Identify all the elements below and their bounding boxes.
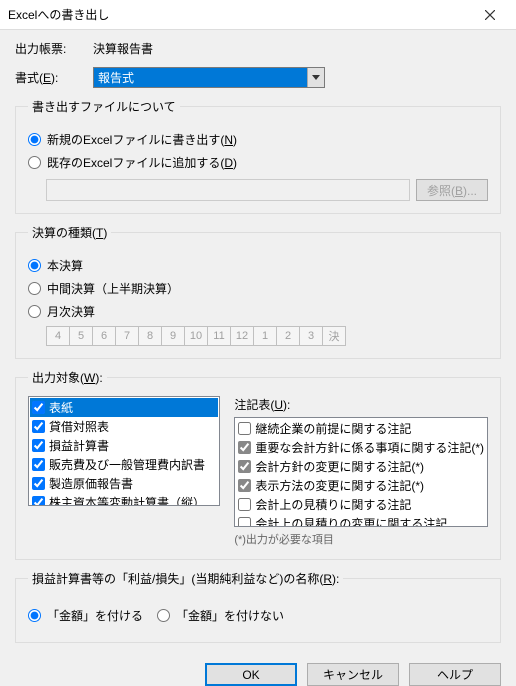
report-label: 出力帳票: bbox=[15, 40, 93, 57]
notes-listbox[interactable]: 継続企業の前提に関する注記重要な会計方針に係る事項に関する注記(*)会計方針の変… bbox=[234, 417, 488, 527]
radio-without-amount[interactable]: 「金額」を付けない bbox=[157, 607, 284, 624]
name-legend: 損益計算書等の「利益/損失」(当期純利益など)の名称(R): bbox=[28, 570, 343, 587]
month-cell[interactable]: 4 bbox=[46, 326, 70, 346]
cancel-button[interactable]: キャンセル bbox=[307, 663, 399, 686]
window-title: Excelへの書き出し bbox=[8, 6, 472, 23]
month-cell[interactable]: 2 bbox=[276, 326, 300, 346]
list-checkbox[interactable] bbox=[238, 517, 251, 527]
list-checkbox[interactable] bbox=[32, 439, 45, 452]
output-group: 出力対象(W): 表紙貸借対照表損益計算書販売費及び一般管理費内訳書製造原価報告… bbox=[15, 369, 501, 560]
list-item[interactable]: 貸借対照表 bbox=[30, 417, 218, 436]
list-item[interactable]: 販売費及び一般管理費内訳書 bbox=[30, 455, 218, 474]
type-legend: 決算の種類(T) bbox=[28, 224, 111, 241]
file-legend: 書き出すファイルについて bbox=[28, 98, 180, 115]
list-item[interactable]: 継続企業の前提に関する注記 bbox=[236, 419, 486, 438]
list-checkbox[interactable] bbox=[32, 477, 45, 490]
radio-mid[interactable]: 中間決算（上半期決算） bbox=[28, 280, 488, 297]
list-item[interactable]: 表示方法の変更に関する注記(*) bbox=[236, 476, 486, 495]
close-button[interactable] bbox=[472, 3, 508, 27]
titlebar: Excelへの書き出し bbox=[0, 0, 516, 30]
list-checkbox[interactable] bbox=[32, 420, 45, 433]
radio-new-file[interactable]: 新規のExcelファイルに書き出す(N) bbox=[28, 131, 488, 148]
ok-button[interactable]: OK bbox=[205, 663, 297, 686]
notes-footer: (*)出力が必要な項目 bbox=[234, 531, 488, 547]
format-select[interactable]: 報告式 bbox=[93, 67, 325, 88]
radio-main[interactable]: 本決算 bbox=[28, 257, 488, 274]
month-cell[interactable]: 12 bbox=[230, 326, 254, 346]
list-item[interactable]: 製造原価報告書 bbox=[30, 474, 218, 493]
radio-monthly[interactable]: 月次決算 bbox=[28, 303, 488, 320]
month-cell[interactable]: 決 bbox=[322, 326, 346, 346]
month-cell[interactable]: 3 bbox=[299, 326, 323, 346]
report-value: 決算報告書 bbox=[93, 40, 153, 57]
list-checkbox[interactable] bbox=[32, 496, 45, 506]
month-cell[interactable]: 7 bbox=[115, 326, 139, 346]
list-checkbox[interactable] bbox=[238, 479, 251, 492]
close-icon bbox=[485, 10, 495, 20]
month-cell[interactable]: 10 bbox=[184, 326, 208, 346]
list-checkbox[interactable] bbox=[238, 460, 251, 473]
list-item[interactable]: 会計方針の変更に関する注記(*) bbox=[236, 457, 486, 476]
month-cell[interactable]: 6 bbox=[92, 326, 116, 346]
radio-existing-file[interactable]: 既存のExcelファイルに追加する(D) bbox=[28, 154, 488, 171]
list-item[interactable]: 損益計算書 bbox=[30, 436, 218, 455]
output-legend: 出力対象(W): bbox=[28, 369, 107, 386]
file-group: 書き出すファイルについて 新規のExcelファイルに書き出す(N) 既存のExc… bbox=[15, 98, 501, 214]
month-cell[interactable]: 8 bbox=[138, 326, 162, 346]
list-checkbox[interactable] bbox=[32, 401, 45, 414]
list-item[interactable]: 重要な会計方針に係る事項に関する注記(*) bbox=[236, 438, 486, 457]
help-button[interactable]: ヘルプ bbox=[409, 663, 501, 686]
month-picker: 456789101112123決 bbox=[28, 326, 488, 346]
type-group: 決算の種類(T) 本決算 中間決算（上半期決算） 月次決算 4567891011… bbox=[15, 224, 501, 359]
radio-new-file-input[interactable] bbox=[28, 133, 41, 146]
list-item[interactable]: 株主資本等変動計算書（縦） bbox=[30, 493, 218, 506]
radio-with-amount[interactable]: 「金額」を付ける bbox=[28, 607, 143, 624]
output-listbox[interactable]: 表紙貸借対照表損益計算書販売費及び一般管理費内訳書製造原価報告書株主資本等変動計… bbox=[28, 396, 220, 506]
list-checkbox[interactable] bbox=[238, 441, 251, 454]
month-cell[interactable]: 1 bbox=[253, 326, 277, 346]
month-cell[interactable]: 9 bbox=[161, 326, 185, 346]
list-checkbox[interactable] bbox=[238, 422, 251, 435]
list-checkbox[interactable] bbox=[238, 498, 251, 511]
name-group: 損益計算書等の「利益/損失」(当期純利益など)の名称(R): 「金額」を付ける … bbox=[15, 570, 501, 643]
list-item[interactable]: 会計上の見積りに関する注記 bbox=[236, 495, 486, 514]
radio-existing-file-input[interactable] bbox=[28, 156, 41, 169]
list-item[interactable]: 表紙 bbox=[30, 398, 218, 417]
file-path-input[interactable] bbox=[46, 179, 410, 201]
list-item[interactable]: 会計上の見積りの変更に関する注記 bbox=[236, 514, 486, 527]
notes-label: 注記表(U): bbox=[234, 396, 488, 413]
month-cell[interactable]: 11 bbox=[207, 326, 231, 346]
format-label: 書式(E): bbox=[15, 69, 93, 86]
browse-button[interactable]: 参照(B)... bbox=[416, 179, 488, 201]
month-cell[interactable]: 5 bbox=[69, 326, 93, 346]
list-checkbox[interactable] bbox=[32, 458, 45, 471]
